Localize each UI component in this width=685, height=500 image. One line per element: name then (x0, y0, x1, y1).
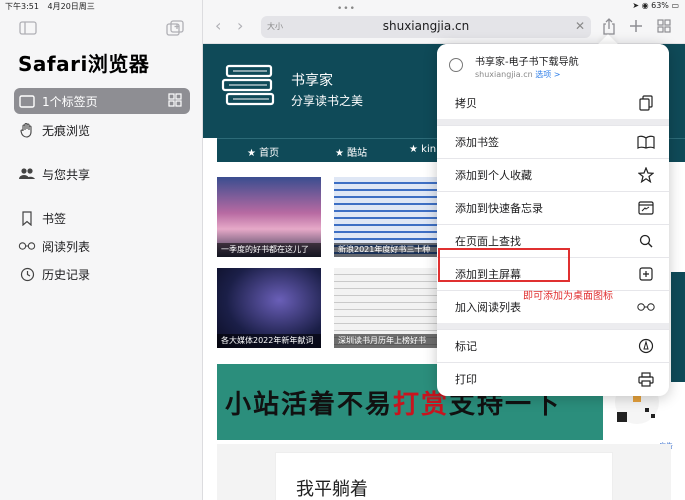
menu-item-label: 加入阅读列表 (455, 301, 521, 314)
menu-item-add-favorites[interactable]: 添加到个人收藏 (437, 158, 669, 191)
status-time: 下午3:51 (5, 2, 39, 11)
glasses-icon (637, 298, 655, 316)
wifi-icon: ◉ (641, 1, 649, 10)
address-bar[interactable]: 大小 shuxiangjia.cn ✕ (261, 16, 591, 38)
sidebar-item-reading-list[interactable]: 阅读列表 (14, 233, 190, 259)
menu-item-quick-note[interactable]: 添加到快速备忘录 (437, 191, 669, 224)
share-site-title: 书享家-电子书下载导航 (475, 57, 579, 68)
share-icon[interactable] (600, 17, 618, 35)
menu-item-copy[interactable]: 拷贝 (437, 86, 669, 119)
share-sheet-header: 书享家-电子书下载导航 shuxiangjia.cn 选项 > (437, 44, 669, 86)
sidebar-item-label: 与您共享 (42, 167, 91, 182)
article-thumbnail[interactable]: 一季度的好书都在这儿了 (217, 177, 321, 257)
location-icon: ➤ (632, 1, 640, 10)
menu-item-label: 标记 (455, 340, 477, 353)
tab-icon (18, 92, 36, 110)
sidebar-title: Safari浏览器 (18, 52, 150, 76)
menu-item-label: 在页面上查找 (455, 235, 521, 248)
sidebar-item-label: 阅读列表 (42, 239, 91, 254)
book-icon (637, 133, 655, 151)
share-sheet: 书享家-电子书下载导航 shuxiangjia.cn 选项 > 拷贝 添加书签 … (437, 44, 669, 396)
menu-item-markup[interactable]: 标记 (437, 329, 669, 362)
callout-text: 即可添加为桌面图标 (523, 291, 613, 302)
share-site-domain: shuxiangjia.cn (475, 70, 533, 79)
quick-note-icon (637, 199, 655, 217)
book-card-title: 我平躺着 (296, 479, 368, 500)
multitasking-dots-icon[interactable]: ••• (337, 4, 356, 14)
nav-label: kin (421, 144, 437, 155)
menu-item-label: 添加书签 (455, 136, 499, 149)
sidebar-item-tabs[interactable]: 1个标签页 (14, 88, 190, 114)
sidebar-item-label: 历史记录 (42, 267, 91, 282)
thumbnail-caption: 一季度的好书都在这儿了 (217, 243, 321, 257)
status-bar-right: ➤ ◉ 63% ▭ (632, 1, 679, 10)
menu-item-label: 添加到个人收藏 (455, 169, 532, 182)
copy-icon (637, 94, 655, 112)
menu-item-add-bookmark[interactable]: 添加书签 (437, 125, 669, 158)
site-name: 书享家 (291, 73, 333, 89)
browser-toolbar: ••• ➤ ◉ 63% ▭ ‹ › 大小 shuxiangjia.cn ✕ (203, 0, 685, 44)
markup-icon (637, 337, 655, 355)
sidebar-item-label: 无痕浏览 (42, 123, 91, 138)
article-thumbnail[interactable]: 各大媒体2022年新年献词 (217, 268, 321, 348)
nav-label: 酷站 (347, 148, 368, 159)
menu-item-label: 拷贝 (455, 96, 477, 110)
article-thumbnail[interactable]: 新浪2021年度好书三十种 (334, 177, 438, 257)
nav-label: 首页 (259, 148, 280, 159)
star-icon (637, 166, 655, 184)
clear-icon[interactable]: ✕ (575, 19, 585, 33)
nav-link-home[interactable]: ★ 首页 (247, 144, 279, 159)
nav-link-kin[interactable]: ★ kin (409, 144, 436, 155)
bookmark-icon (18, 209, 36, 227)
grid-icon[interactable] (168, 93, 182, 110)
add-square-icon (637, 265, 655, 283)
sidebar-toggle-icon[interactable] (18, 20, 38, 36)
thumbnail-caption: 深圳读书月历年上榜好书 (334, 334, 438, 348)
sidebar-item-bookmarks[interactable]: 书签 (14, 205, 190, 231)
sidebar-item-private[interactable]: 无痕浏览 (14, 117, 190, 143)
article-thumbnail[interactable]: 深圳读书月历年上榜好书 (334, 268, 438, 348)
highlight-box (438, 248, 570, 282)
site-tagline: 分享读书之美 (291, 94, 364, 108)
clock-icon (18, 265, 36, 283)
new-tab-group-icon[interactable] (165, 20, 185, 36)
battery-percent: 63% (651, 1, 669, 10)
status-bar-left: 下午3:51 4月20日周三 (5, 1, 101, 12)
back-icon[interactable]: ‹ (215, 16, 221, 35)
menu-item-label: 添加到快速备忘录 (455, 202, 543, 215)
menu-item-print[interactable]: 打印 (437, 362, 669, 395)
books-logo-icon (221, 64, 279, 112)
new-tab-icon[interactable] (627, 17, 645, 35)
sidebar-item-label: 书签 (42, 211, 67, 226)
tab-overview-icon[interactable] (655, 17, 673, 35)
share-site-subtitle: shuxiangjia.cn 选项 > (475, 69, 560, 80)
forward-icon[interactable]: › (237, 16, 243, 35)
url-text[interactable]: shuxiangjia.cn (261, 19, 591, 33)
hand-icon (18, 121, 36, 139)
glasses-icon (18, 237, 36, 255)
battery-icon: ▭ (671, 1, 679, 10)
banner-text-start: 小站活着不易 (225, 390, 394, 420)
book-card[interactable]: 我平躺着 (275, 452, 613, 500)
sidebar: 下午3:51 4月20日周三 Safari浏览器 1个标签页 无痕浏览 与您共享… (0, 0, 203, 500)
search-icon (637, 232, 655, 250)
printer-icon (637, 370, 655, 388)
sidebar-item-label: 1个标签页 (42, 94, 98, 109)
options-link[interactable]: 选项 > (535, 70, 560, 79)
shared-people-icon (18, 165, 36, 183)
menu-item-label: 打印 (455, 373, 477, 386)
sidebar-item-shared[interactable]: 与您共享 (14, 161, 190, 187)
compass-icon (449, 58, 463, 72)
thumbnail-caption: 新浪2021年度好书三十种 (334, 243, 438, 257)
status-date: 4月20日周三 (47, 2, 95, 11)
sidebar-item-history[interactable]: 历史记录 (14, 261, 190, 287)
page-side-toolbar[interactable] (671, 272, 685, 382)
thumbnail-caption: 各大媒体2022年新年献词 (217, 334, 321, 348)
nav-link-cool-sites[interactable]: ★ 酷站 (335, 144, 367, 159)
